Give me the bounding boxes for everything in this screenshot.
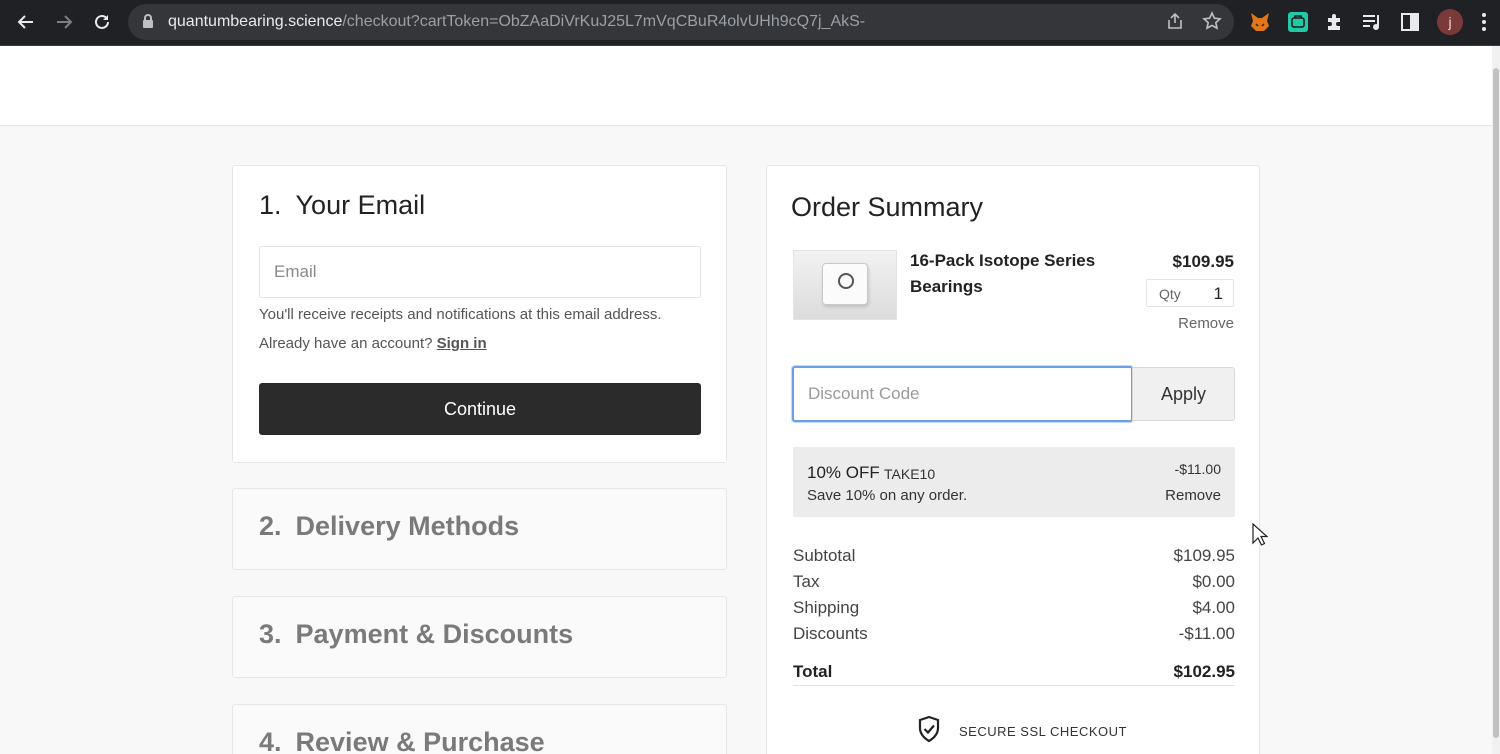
remove-item-link[interactable]: Remove xyxy=(1178,315,1234,332)
total-row: Total $102.95 xyxy=(793,662,1235,681)
secure-checkout-badge: SECURE SSL CHECKOUT xyxy=(917,715,1127,748)
review-purchase-step[interactable]: 4. Review & Purchase xyxy=(232,704,727,754)
delivery-methods-title: 2. Delivery Methods xyxy=(259,511,520,541)
lock-icon xyxy=(142,14,154,34)
total-divider xyxy=(793,685,1235,686)
apply-discount-button[interactable]: Apply xyxy=(1132,367,1235,421)
discount-amount: -$11.00 xyxy=(1174,461,1221,477)
receipt-note: You'll receive receipts and notification… xyxy=(259,306,662,323)
email-step-title: 1. Your Email xyxy=(259,190,426,220)
discount-description: Save 10% on any order. xyxy=(807,487,968,504)
address-bar[interactable]: quantumbearing.science/checkout?cartToke… xyxy=(128,4,1234,40)
qty-value: 1 xyxy=(1213,284,1223,303)
quantity-field[interactable]: Qty 1 xyxy=(1146,279,1234,307)
green-extension-icon[interactable] xyxy=(1284,8,1312,36)
forward-icon[interactable] xyxy=(50,8,78,36)
subtotal-row: Subtotal $109.95 xyxy=(793,546,1235,565)
extensions-puzzle-icon[interactable] xyxy=(1321,8,1349,36)
discount-off-label: 10% OFF xyxy=(807,463,880,482)
url-text: quantumbearing.science/checkout?cartToke… xyxy=(168,13,866,30)
sign-in-link[interactable]: Sign in xyxy=(437,335,487,352)
applied-discount: 10% OFF TAKE10 Save 10% on any order. -$… xyxy=(793,447,1235,517)
profile-avatar[interactable]: j xyxy=(1437,9,1463,35)
site-header xyxy=(0,46,1492,126)
page-scrollbar[interactable] xyxy=(1492,46,1500,754)
discount-code-label: TAKE10 xyxy=(884,466,936,482)
share-icon[interactable] xyxy=(1166,12,1184,35)
payment-discounts-title: 3. Payment & Discounts xyxy=(259,619,574,649)
remove-discount-link[interactable]: Remove xyxy=(1165,487,1221,504)
shield-check-icon xyxy=(917,715,941,748)
payment-discounts-step[interactable]: 3. Payment & Discounts xyxy=(232,596,727,678)
continue-button[interactable]: Continue xyxy=(259,383,701,435)
review-purchase-title: 4. Review & Purchase xyxy=(259,727,545,754)
product-price: $109.95 xyxy=(1172,252,1234,271)
media-queue-icon[interactable] xyxy=(1358,8,1386,36)
shipping-row: Shipping $4.00 xyxy=(793,598,1235,617)
qty-label: Qty xyxy=(1159,286,1181,302)
email-step-card: 1.Your Email You'll receive receipts and… xyxy=(232,165,727,463)
tax-row: Tax $0.00 xyxy=(793,572,1235,591)
browser-menu-icon[interactable] xyxy=(1474,8,1494,36)
bookmark-star-icon[interactable] xyxy=(1202,11,1222,36)
discount-code-input[interactable] xyxy=(792,366,1133,422)
account-prompt: Already have an account? Sign in xyxy=(259,335,487,352)
side-panel-icon[interactable] xyxy=(1396,8,1424,36)
delivery-methods-step[interactable]: 2. Delivery Methods xyxy=(232,488,727,570)
scrollbar-thumb[interactable] xyxy=(1493,68,1499,738)
order-summary-title: Order Summary xyxy=(791,192,984,222)
browser-toolbar: quantumbearing.science/checkout?cartToke… xyxy=(0,0,1500,46)
fox-extension-icon[interactable] xyxy=(1246,8,1274,36)
discounts-row: Discounts -$11.00 xyxy=(793,624,1235,643)
product-name: 16-Pack Isotope Series Bearings xyxy=(910,251,1096,296)
product-image xyxy=(793,250,897,320)
mouse-pointer-icon xyxy=(1252,522,1269,552)
back-icon[interactable] xyxy=(12,8,40,36)
email-field[interactable] xyxy=(259,246,701,298)
order-summary-card: Order Summary 16-Pack Isotope Series Bea… xyxy=(766,165,1260,754)
reload-icon[interactable] xyxy=(88,8,116,36)
